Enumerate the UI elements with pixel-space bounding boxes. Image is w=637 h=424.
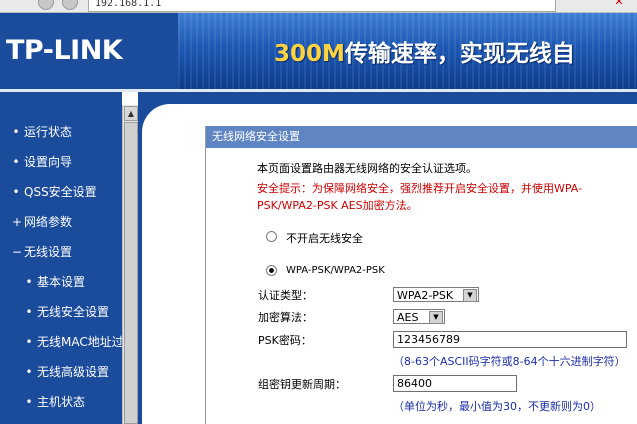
- encryption-label: 加密算法：: [258, 311, 313, 324]
- encryption-select[interactable]: AES ▼: [393, 309, 445, 324]
- sidebar-item-label: QSS安全设置: [24, 185, 97, 199]
- sidebar-item-label: 主机状态: [37, 395, 86, 409]
- sidebar-item-label: 无线MAC地址过滤: [37, 335, 136, 349]
- renewal-label: 组密钥更新周期：: [258, 378, 346, 391]
- bullet-icon: •: [25, 365, 33, 379]
- renewal-period-input[interactable]: 86400: [393, 375, 517, 392]
- tp-link-logo: TP-LINK: [6, 35, 123, 66]
- radio-disable-security[interactable]: [266, 231, 277, 242]
- banner-highlight: 300M: [274, 41, 345, 67]
- browser-toolbar: 192.168.1.1 ✕: [0, 0, 637, 13]
- psk-hint: （8-63个ASCII码字符或8-64个十六进制字符）: [393, 355, 626, 368]
- back-button[interactable]: [38, 0, 54, 10]
- expand-icon: +: [12, 215, 23, 229]
- chevron-down-icon: ▼: [429, 311, 443, 324]
- radio-wpa-label: WPA-PSK/WPA2-PSK: [286, 265, 385, 276]
- collapse-icon: −: [12, 245, 23, 259]
- sidebar-item-run-status[interactable]: • 运行状态: [0, 117, 134, 147]
- promo-banner: 300M传输速率，实现无线自: [178, 13, 637, 89]
- sidebar-item-label: 基本设置: [37, 275, 86, 289]
- address-bar[interactable]: 192.168.1.1: [88, 0, 556, 12]
- banner-slogan: 300M传输速率，实现无线自: [274, 34, 575, 68]
- bullet-icon: •: [12, 125, 20, 139]
- bullet-icon: •: [25, 275, 33, 289]
- auth-type-value: WPA2-PSK: [397, 289, 454, 302]
- radio-wpa-psk[interactable]: [266, 265, 277, 276]
- bullet-icon: •: [25, 305, 33, 319]
- auth-type-label: 认证类型：: [258, 289, 313, 302]
- sidebar-item-wireless[interactable]: − 无线设置: [0, 237, 134, 267]
- psk-password-value: 123456789: [397, 333, 460, 346]
- scroll-up-icon[interactable]: ▲: [124, 106, 138, 121]
- sidebar-item-label: 无线高级设置: [37, 365, 110, 379]
- sidebar-item-label: 设置向导: [24, 155, 73, 169]
- sidebar-item-qss[interactable]: • QSS安全设置: [0, 177, 134, 207]
- sidebar-scrollbar[interactable]: ▲: [122, 105, 138, 424]
- panel-title: 无线网络安全设置: [206, 126, 637, 148]
- chevron-down-icon: ▼: [463, 289, 477, 302]
- security-warning-line2: PSK/WPA2-PSK AES加密方法。: [257, 199, 418, 212]
- bullet-icon: •: [12, 185, 20, 199]
- header-banner: TP-LINK 300M传输速率，实现无线自: [0, 13, 637, 89]
- auth-type-select[interactable]: WPA2-PSK ▼: [393, 287, 479, 302]
- psk-label: PSK密码：: [258, 334, 312, 347]
- psk-password-input[interactable]: 123456789: [393, 331, 627, 348]
- bullet-icon: •: [25, 335, 33, 349]
- security-warning-line1: 安全提示：为保障网络安全，强烈推荐开启安全设置，并使用WPA-: [257, 182, 583, 195]
- banner-slogan-text: 传输速率，实现无线自: [344, 41, 575, 67]
- sidebar-item-setup-wizard[interactable]: • 设置向导: [0, 147, 134, 177]
- bullet-icon: •: [25, 395, 33, 409]
- intro-text: 本页面设置路由器无线网络的安全认证选项。: [257, 162, 477, 175]
- encryption-value: AES: [397, 311, 419, 324]
- sidebar-item-label: 无线安全设置: [37, 305, 110, 319]
- sidebar-item-label: 无线设置: [24, 245, 73, 259]
- sidebar-item-label: 网络参数: [24, 215, 73, 229]
- sidebar-item-network[interactable]: + 网络参数: [0, 207, 134, 237]
- renewal-period-value: 86400: [397, 377, 432, 390]
- forward-button[interactable]: [62, 0, 78, 10]
- scroll-thumb[interactable]: [124, 122, 138, 424]
- sidebar-menu: • 运行状态 • 设置向导 • QSS安全设置 + 网络参数 − 无线设置 • 基本设置 •…: [0, 92, 136, 424]
- close-icon[interactable]: ✕: [613, 0, 625, 8]
- radio-disable-label: 不开启无线安全: [286, 232, 363, 245]
- renewal-hint: （单位为秒，最小值为30，不更新则为0）: [393, 400, 601, 413]
- bullet-icon: •: [12, 155, 20, 169]
- sidebar-item-label: 运行状态: [24, 125, 73, 139]
